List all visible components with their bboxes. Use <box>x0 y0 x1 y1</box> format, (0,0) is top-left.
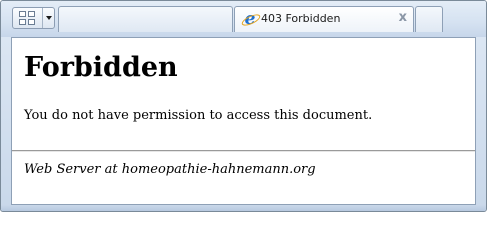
close-icon[interactable]: x <box>399 10 407 25</box>
new-tab-button[interactable] <box>415 6 443 32</box>
divider <box>12 150 475 152</box>
tab-label: 403 Forbidden <box>261 12 341 25</box>
window-frame-bottom <box>1 205 486 211</box>
page-content: Forbidden You do not have permission to … <box>11 37 476 205</box>
server-signature: Web Server at homeopathie-hahnemann.org <box>24 162 316 177</box>
tab-strip: e 403 Forbidden x <box>1 1 486 37</box>
chevron-down-icon <box>46 16 52 20</box>
quick-tabs-button[interactable] <box>13 8 43 28</box>
tab-403-forbidden[interactable]: e 403 Forbidden x <box>234 6 414 32</box>
internet-explorer-icon: e <box>240 11 262 28</box>
tab-blank[interactable] <box>58 6 233 32</box>
tab-list-button[interactable] <box>43 8 54 28</box>
error-message: You do not have permission to access thi… <box>24 108 373 123</box>
page-title: Forbidden <box>24 52 178 83</box>
quick-tabs-control <box>12 7 55 29</box>
browser-window: e 403 Forbidden x Forbidden You do not h… <box>0 0 487 212</box>
